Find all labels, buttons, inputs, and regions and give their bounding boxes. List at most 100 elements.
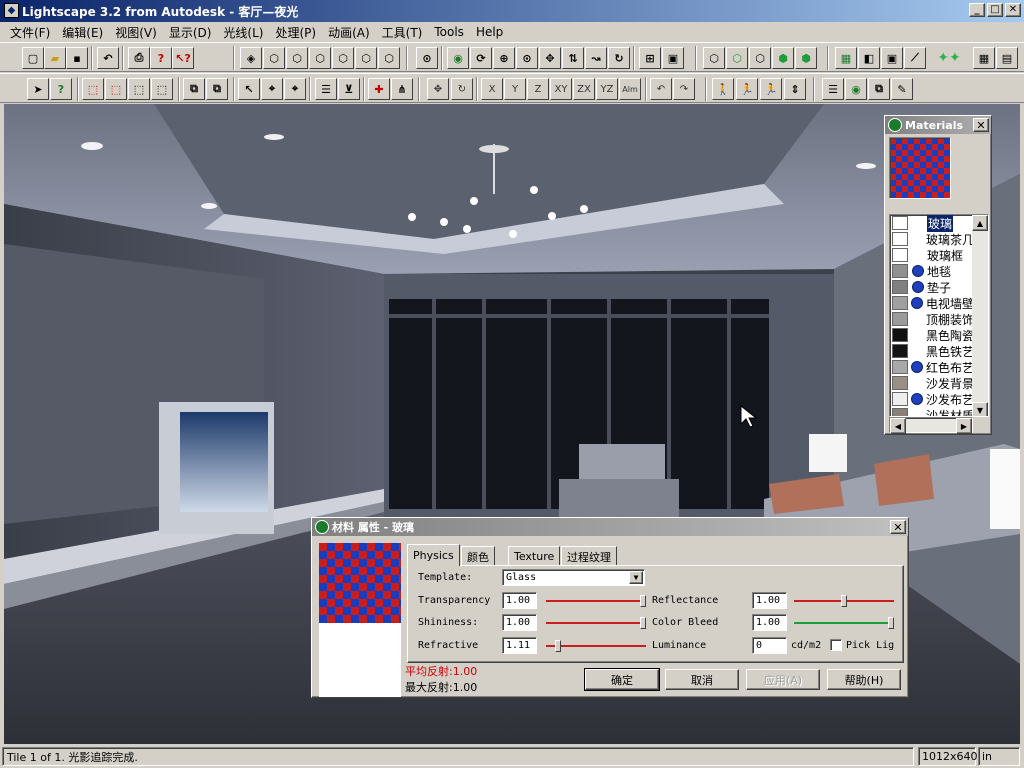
zoom-window-icon[interactable]: ⊞: [639, 47, 661, 69]
cube-view-5-icon[interactable]: ⬡: [355, 47, 377, 69]
menu-display[interactable]: 显示(D): [163, 24, 218, 41]
help-icon[interactable]: ?: [150, 47, 172, 69]
template-select[interactable]: Glass ▼: [502, 569, 645, 586]
scroll-left-icon[interactable]: ◀: [890, 418, 906, 434]
rotate-object-icon[interactable]: ↻: [451, 78, 473, 100]
context-help-icon[interactable]: ↖?: [172, 47, 194, 69]
new-file-icon[interactable]: ▢: [22, 47, 44, 69]
height-icon[interactable]: ⇕: [784, 78, 806, 100]
material-list-item[interactable]: 玻璃茶几: [890, 231, 974, 247]
eye-icon[interactable]: ◉: [447, 47, 469, 69]
material-list-item[interactable]: 地毯: [890, 263, 974, 279]
deselect-crossing-icon[interactable]: ⬚: [151, 78, 173, 100]
minimize-button[interactable]: _: [969, 3, 985, 17]
maximize-button[interactable]: □: [987, 3, 1003, 17]
cube-view-1-icon[interactable]: ⬡: [263, 47, 285, 69]
menu-light[interactable]: 光线(L): [217, 24, 269, 41]
add-object-icon[interactable]: ✚: [368, 78, 390, 100]
select-arrow-icon[interactable]: ➤: [27, 78, 49, 100]
cancel-button[interactable]: 取消: [665, 669, 739, 690]
walk-forward-icon[interactable]: 🏃: [736, 78, 758, 100]
textured-icon[interactable]: ⬢: [795, 47, 817, 69]
axis-z-button[interactable]: Z: [527, 78, 549, 100]
axis-zx-button[interactable]: ZX: [573, 78, 595, 100]
scroll-down-icon[interactable]: ▼: [972, 402, 988, 416]
undo-transform-icon[interactable]: ↶: [650, 78, 672, 100]
move-icon[interactable]: ✥: [427, 78, 449, 100]
menu-tools[interactable]: Tools: [428, 25, 470, 39]
walk-icon[interactable]: ↝: [585, 47, 607, 69]
axis-x-button[interactable]: X: [481, 78, 503, 100]
query-icon[interactable]: ?: [50, 78, 72, 100]
dialog-close-button[interactable]: ✕: [890, 520, 906, 534]
ok-button[interactable]: 确定: [584, 668, 660, 691]
open-folder-icon[interactable]: ▰: [44, 47, 66, 69]
measure-icon[interactable]: ⟋: [904, 47, 926, 69]
select-box-icon[interactable]: ⬚: [82, 78, 104, 100]
axis-xy-button[interactable]: XY: [550, 78, 572, 100]
outline-icon[interactable]: ⬡: [726, 47, 748, 69]
pick-light-checkbox[interactable]: [830, 639, 842, 651]
refractive-input[interactable]: 1.11: [502, 637, 537, 654]
frame-icon[interactable]: ▣: [662, 47, 684, 69]
pan-icon[interactable]: ✥: [539, 47, 561, 69]
tab-procedural-texture[interactable]: 过程纹理: [561, 546, 617, 566]
axis-yz-button[interactable]: YZ: [596, 78, 618, 100]
select-mesh-icon[interactable]: ⌖: [284, 78, 306, 100]
material-list-item[interactable]: 垫子: [890, 279, 974, 295]
undo-icon[interactable]: ↶: [97, 47, 119, 69]
help-button[interactable]: 帮助(H): [827, 669, 901, 690]
hidden-line-icon[interactable]: ⬡: [749, 47, 771, 69]
color-bleed-input[interactable]: 1.00: [752, 614, 787, 631]
menu-edit[interactable]: 编辑(E): [56, 24, 109, 41]
box-icon[interactable]: ▣: [881, 47, 903, 69]
scroll-up-icon[interactable]: ▲: [972, 215, 988, 231]
material-list-item[interactable]: 黑色铁艺: [890, 343, 974, 359]
paste-icon[interactable]: ⧉: [206, 78, 228, 100]
material-list-item[interactable]: 黑色陶瓷: [890, 327, 974, 343]
rotate-icon[interactable]: ↻: [608, 47, 630, 69]
luminance-input[interactable]: 0: [752, 637, 787, 654]
save-icon[interactable]: ▪: [66, 47, 88, 69]
menu-help[interactable]: Help: [470, 25, 509, 39]
deselect-box-icon[interactable]: ⬚: [128, 78, 150, 100]
redo-transform-icon[interactable]: ↷: [673, 78, 695, 100]
select-surface-icon[interactable]: ⌖: [261, 78, 283, 100]
section-icon[interactable]: ◧: [858, 47, 880, 69]
grid-icon[interactable]: ▦: [973, 47, 995, 69]
menu-process[interactable]: 处理(P): [269, 24, 322, 41]
material-list-item[interactable]: 红色布艺: [890, 359, 974, 375]
menu-view[interactable]: 视图(V): [109, 24, 163, 41]
select-object-icon[interactable]: ↖: [238, 78, 260, 100]
layers-icon[interactable]: ☰: [822, 78, 844, 100]
cube-view-6-icon[interactable]: ⬡: [378, 47, 400, 69]
scroll-right-icon[interactable]: ▶: [956, 418, 972, 434]
chevron-down-icon[interactable]: ▼: [629, 571, 643, 584]
shininess-slider[interactable]: [546, 617, 646, 629]
axis-y-button[interactable]: Y: [504, 78, 526, 100]
materials-scrollbar[interactable]: ▲ ▼: [972, 215, 988, 416]
walkthrough-icon[interactable]: 🚶: [712, 78, 734, 100]
color-bleed-slider[interactable]: [794, 617, 894, 629]
filter-icon[interactable]: ⊻: [338, 78, 360, 100]
zoom-icon[interactable]: ⊙: [516, 47, 538, 69]
menu-animation[interactable]: 动画(A): [322, 24, 376, 41]
shaded-icon[interactable]: ⬢: [772, 47, 794, 69]
reflectance-slider[interactable]: [794, 595, 894, 607]
materials-title-bar[interactable]: Materials ✕: [885, 116, 991, 134]
cube-view-3-icon[interactable]: ⬡: [309, 47, 331, 69]
tab-texture[interactable]: Texture: [508, 546, 561, 566]
cube-view-4-icon[interactable]: ⬡: [332, 47, 354, 69]
dolly-icon[interactable]: ⇅: [562, 47, 584, 69]
materials-close-button[interactable]: ✕: [973, 118, 989, 132]
wireframe-icon[interactable]: ⬡: [703, 47, 725, 69]
layer-icon[interactable]: ▦: [835, 47, 857, 69]
print-icon[interactable]: ⎙: [128, 47, 150, 69]
material-list-item[interactable]: 沙发背景: [890, 375, 974, 391]
copy-icon[interactable]: ⧉: [183, 78, 205, 100]
material-list-item[interactable]: 沙发材质: [890, 407, 974, 416]
run-icon[interactable]: 🏃: [760, 78, 782, 100]
menu-file[interactable]: 文件(F): [4, 24, 56, 41]
material-list-item[interactable]: 玻璃框: [890, 247, 974, 263]
material-list-item[interactable]: 玻璃: [890, 215, 974, 232]
